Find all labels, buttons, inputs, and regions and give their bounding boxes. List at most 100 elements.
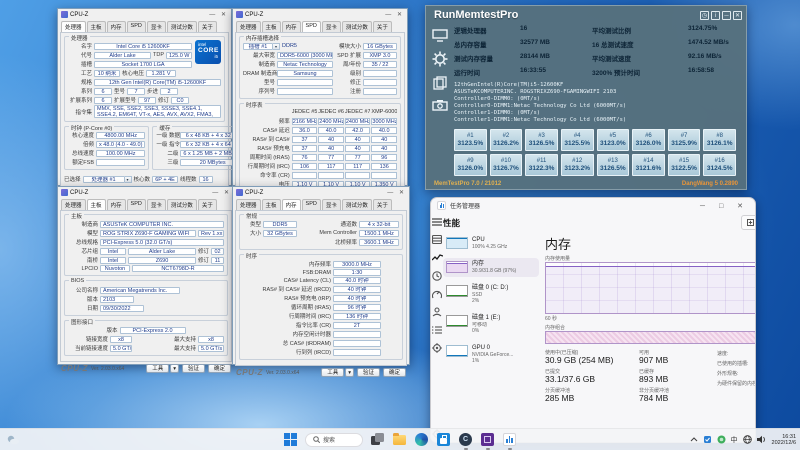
- taskmgr-titlebar[interactable]: 任务管理器 ─ □ ✕: [431, 198, 755, 213]
- cpuz-tab[interactable]: 显卡: [322, 21, 341, 32]
- test-log-icon[interactable]: [433, 76, 448, 90]
- camera-icon[interactable]: [432, 99, 448, 111]
- field-label: 类型: [243, 220, 261, 228]
- users-icon[interactable]: [431, 306, 443, 317]
- cpuz-tab[interactable]: 测试分数: [167, 199, 197, 210]
- app-history-icon[interactable]: [431, 270, 443, 281]
- startup-apps-icon[interactable]: [431, 288, 443, 299]
- sidebar-item-disk0[interactable]: 磁盘 0 (C: D:) SSD 2%: [443, 282, 539, 307]
- sidebar-item-memory[interactable]: 内存 30.9/31.8 GB (97%): [443, 258, 539, 277]
- minimize-button[interactable]: ─: [722, 11, 731, 20]
- sidebar-item-disk1[interactable]: 磁盘 1 (E:) 可移动 0%: [443, 312, 539, 337]
- processor-select[interactable]: 处理器 #1 ▾: [83, 176, 132, 183]
- window-controls[interactable]: — ✕: [385, 11, 404, 18]
- timing-value: 40 时钟: [333, 295, 381, 302]
- threads-value: 16: [199, 176, 213, 183]
- field-label: 行周期时间 (tRC): [243, 312, 331, 320]
- cpuz-tab[interactable]: 测试分数: [167, 21, 197, 32]
- window-controls[interactable]: — ✕: [209, 11, 228, 18]
- file-explorer-icon[interactable]: [392, 432, 407, 447]
- edge-browser-icon[interactable]: [414, 432, 429, 447]
- cpuz-tab[interactable]: 关于: [198, 199, 217, 210]
- validate-button[interactable]: 验证: [182, 364, 205, 373]
- cpuz-tab[interactable]: 主板: [262, 21, 281, 32]
- ime-indicator[interactable]: 中: [731, 435, 738, 445]
- cpuz-tab[interactable]: SPD: [127, 21, 146, 32]
- cpuz-tab[interactable]: 内存: [107, 21, 126, 32]
- timer-icon[interactable]: ◷: [700, 11, 709, 20]
- menu-icon[interactable]: [431, 216, 443, 227]
- field-label: 修订: [158, 96, 169, 104]
- cpuz-tab[interactable]: 显卡: [147, 199, 166, 210]
- page-title: 性能: [443, 217, 741, 229]
- volume-icon[interactable]: [757, 435, 767, 444]
- cpuz-tab[interactable]: 处理器: [61, 21, 86, 32]
- cpuz-tab[interactable]: 处理器: [236, 21, 261, 32]
- processes-icon[interactable]: [431, 234, 443, 245]
- tools-dropdown-button[interactable]: ▾: [170, 364, 179, 373]
- window-controls[interactable]: ─ □ ✕: [700, 202, 749, 210]
- run-new-task-button[interactable]: 运行新任务: [741, 215, 756, 230]
- cpuz-tab[interactable]: 内存: [282, 199, 301, 210]
- sidebar-item-gpu[interactable]: GPU 0 NVIDIA GeForce... 1%: [443, 342, 539, 367]
- cpuz-titlebar[interactable]: CPU-Z — ✕: [233, 187, 409, 198]
- cpuz-tab[interactable]: 处理器: [61, 199, 86, 210]
- cpuz-taskbar-icon[interactable]: C: [458, 432, 473, 447]
- chevron-down-icon[interactable]: ▾: [125, 176, 132, 183]
- cpuz-tab[interactable]: 内存: [107, 199, 126, 210]
- taskmgr-taskbar-icon[interactable]: [502, 432, 517, 447]
- window-controls[interactable]: — ✕: [387, 189, 406, 196]
- cpuz-tab[interactable]: SPD: [302, 199, 321, 210]
- ok-button[interactable]: 确定: [208, 364, 231, 373]
- widgets-weather-icon[interactable]: [6, 434, 20, 445]
- cpuz-tab[interactable]: 处理器: [236, 199, 261, 210]
- cpuz-titlebar[interactable]: CPU-Z — ✕: [58, 9, 231, 20]
- cpuz-tab[interactable]: 测试分数: [342, 21, 372, 32]
- cpuz-tab[interactable]: 测试分数: [342, 199, 372, 210]
- cpuz-tab[interactable]: SPD: [127, 199, 146, 210]
- cpuz-tab[interactable]: 显卡: [322, 199, 341, 210]
- details-icon[interactable]: [431, 324, 443, 335]
- field-label: 规格: [68, 78, 92, 86]
- cpuz-tab[interactable]: 主板: [87, 21, 106, 32]
- tray-chevron-icon[interactable]: [690, 437, 698, 442]
- cpuz-tab[interactable]: 显卡: [147, 21, 166, 32]
- ok-button[interactable]: 确定: [383, 368, 406, 377]
- usb-safely-remove-icon[interactable]: [703, 435, 712, 444]
- network-globe-icon[interactable]: [743, 435, 752, 444]
- cpuz-tab[interactable]: 关于: [198, 21, 217, 32]
- chevron-down-icon[interactable]: ▾: [273, 43, 280, 50]
- cpuz-tab[interactable]: SPD: [302, 21, 321, 32]
- cpuz-tab[interactable]: 主板: [262, 199, 281, 210]
- validate-button[interactable]: 验证: [357, 368, 380, 377]
- slot-select[interactable]: 插槽 #1 ▾: [243, 43, 280, 50]
- task-view-icon[interactable]: [370, 432, 385, 447]
- cpuz-titlebar[interactable]: CPU-Z — ✕: [233, 9, 407, 20]
- tray-app-icon[interactable]: [717, 435, 726, 444]
- run-task-icon: [747, 219, 754, 226]
- memtest-titlebar[interactable]: RunMemtestPro ◷ i ─ ✕: [426, 6, 746, 21]
- microsoft-store-icon[interactable]: [436, 432, 451, 447]
- close-button[interactable]: ✕: [733, 11, 742, 20]
- window-controls[interactable]: — ✕: [212, 189, 231, 196]
- bios-version-value: 2103: [100, 296, 134, 303]
- search-input[interactable]: 搜索: [305, 433, 363, 447]
- info-icon[interactable]: i: [711, 11, 720, 20]
- performance-icon[interactable]: [431, 252, 443, 263]
- tools-button[interactable]: 工具: [321, 368, 344, 377]
- cpuz-tab[interactable]: 关于: [373, 21, 392, 32]
- cpuz-titlebar[interactable]: CPU-Z — ✕: [58, 187, 234, 198]
- cpuz-tab[interactable]: 关于: [373, 199, 392, 210]
- services-icon[interactable]: [431, 342, 443, 353]
- tools-dropdown-button[interactable]: ▾: [345, 368, 354, 377]
- table-cell: 40: [345, 136, 371, 143]
- cpuz-tab[interactable]: 内存: [282, 21, 301, 32]
- monitor-icon[interactable]: [432, 29, 448, 42]
- start-button[interactable]: [283, 432, 298, 447]
- memtest-taskbar-icon[interactable]: [480, 432, 495, 447]
- sidebar-item-cpu[interactable]: CPU 100% 4.25 GHz: [443, 234, 539, 253]
- tools-button[interactable]: 工具: [146, 364, 169, 373]
- tray-clock[interactable]: 16:31 2022/12/6: [772, 434, 796, 446]
- cpuz-tab[interactable]: 主板: [87, 199, 106, 210]
- gear-icon[interactable]: [432, 51, 448, 67]
